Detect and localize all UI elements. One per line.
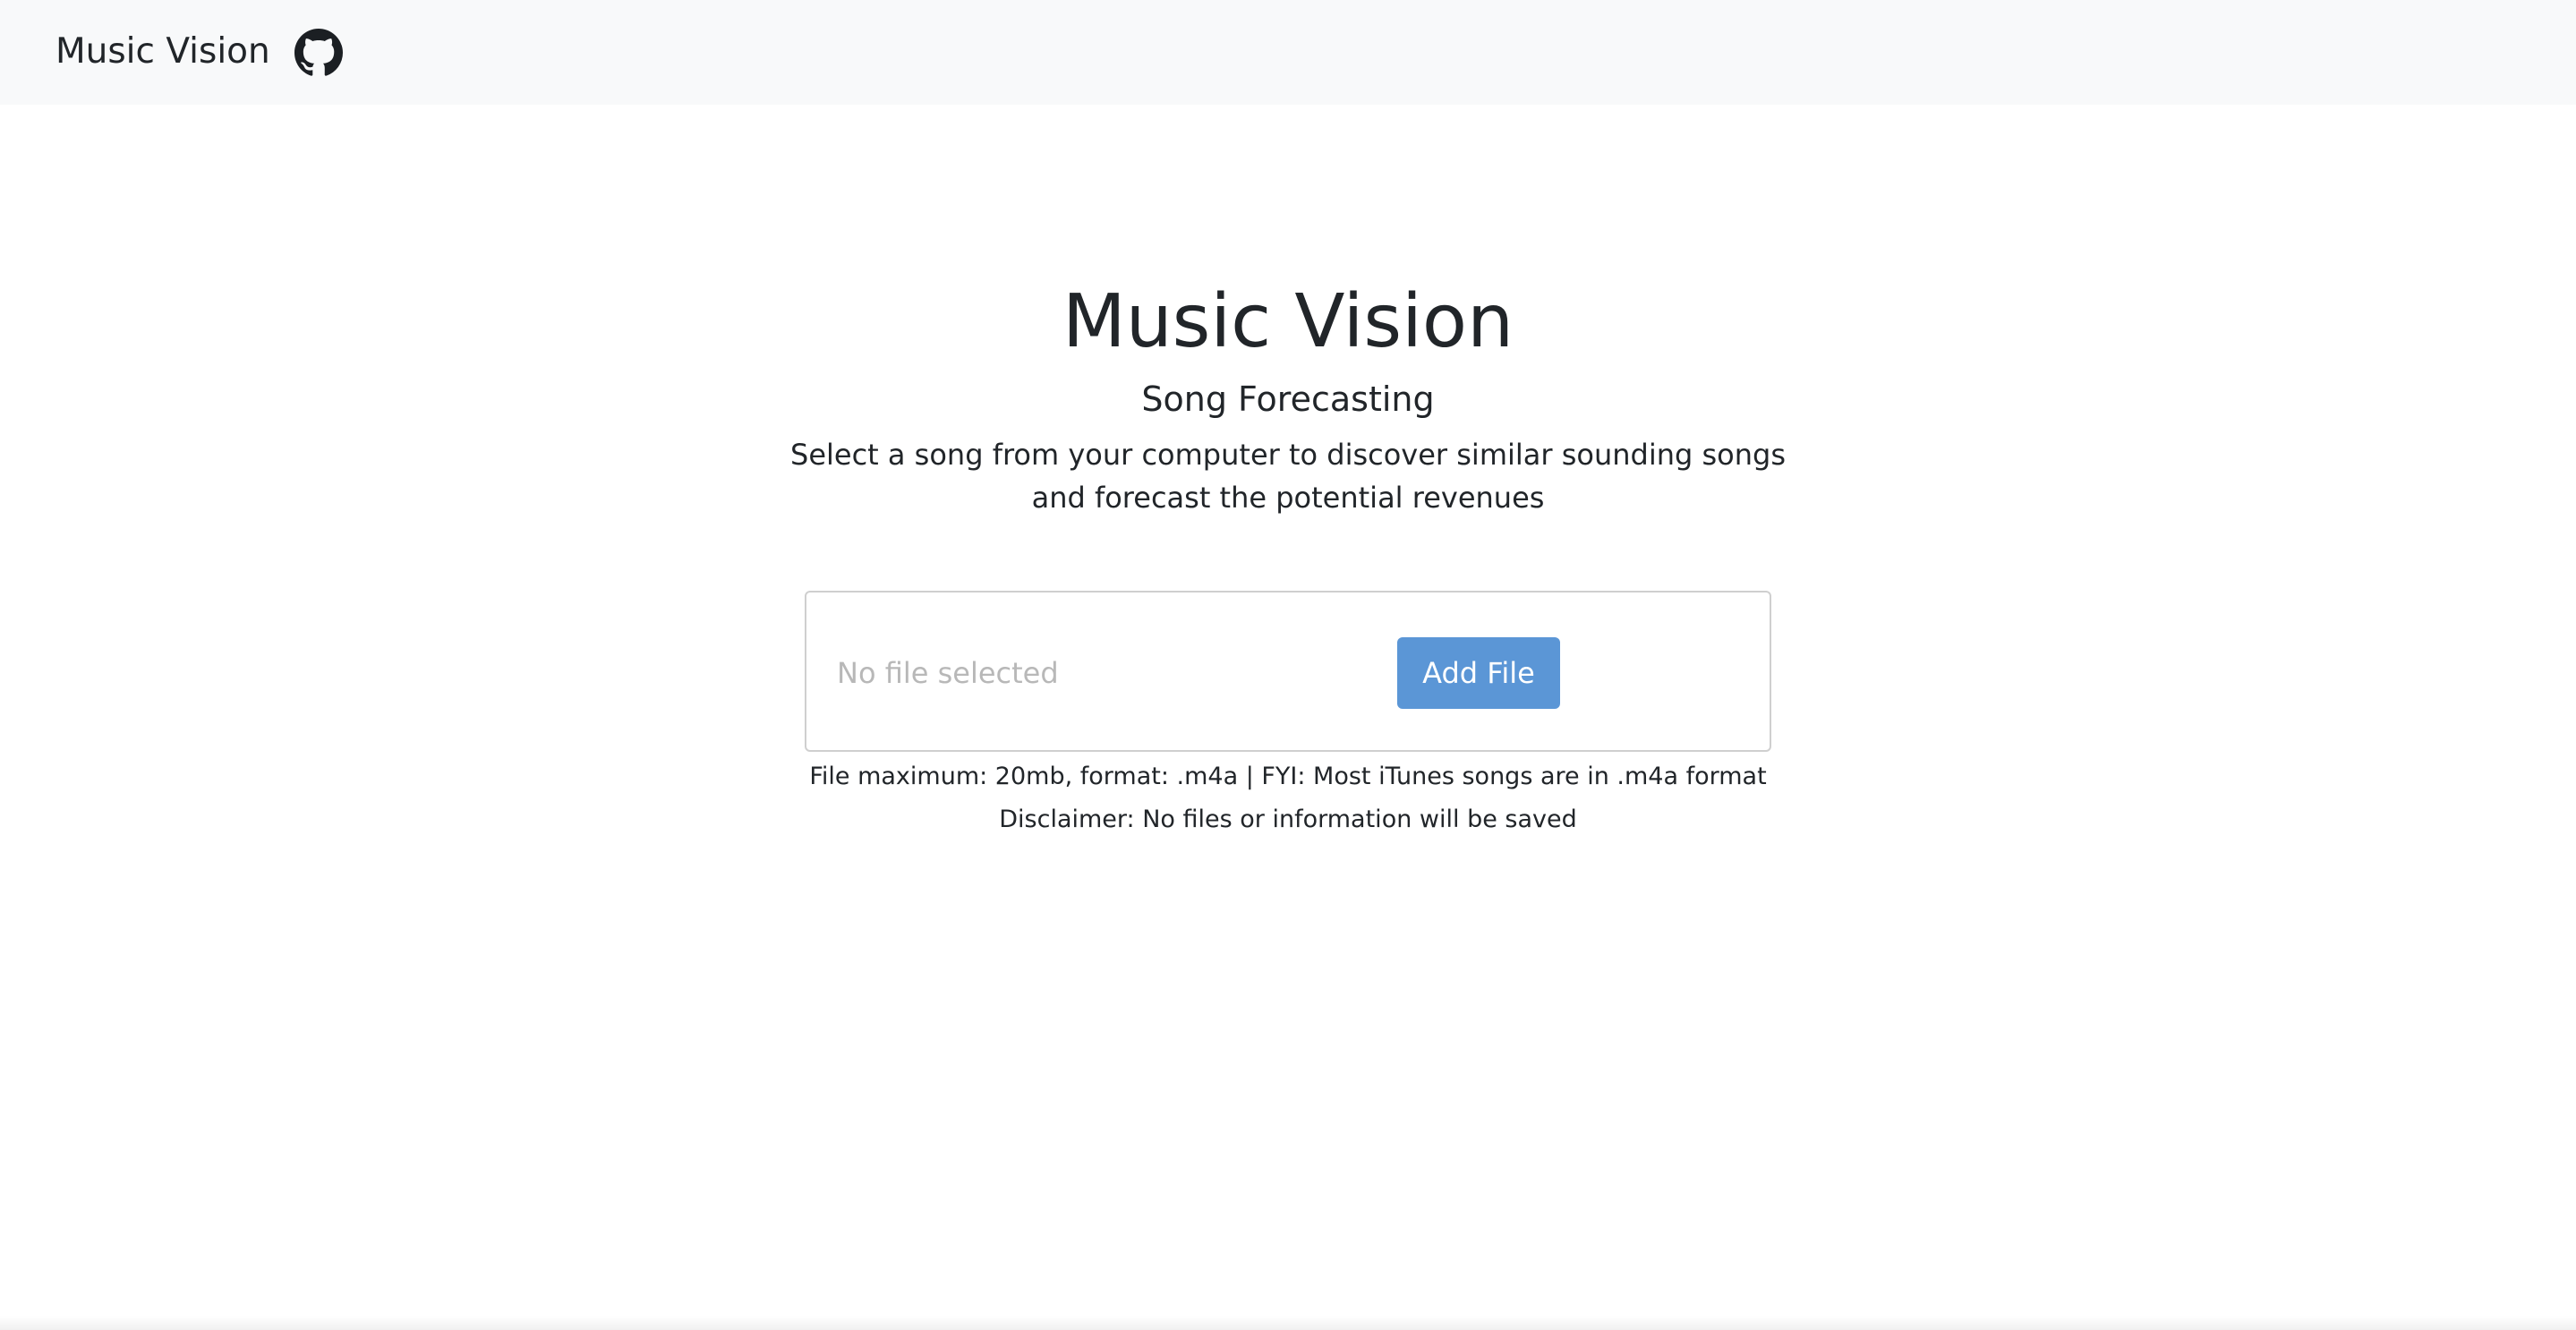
add-file-button[interactable]: Add File <box>1397 637 1560 709</box>
github-icon-graphic <box>294 29 343 76</box>
brand-link[interactable]: Music Vision <box>55 27 270 77</box>
page-title: Music Vision <box>1062 279 1514 364</box>
file-upload-box[interactable]: No file selected Add File <box>805 591 1771 752</box>
file-limits-note: File maximum: 20mb, format: .m4a | FYI: … <box>809 763 1767 790</box>
page-subtitle: Song Forecasting <box>1141 379 1435 419</box>
navbar: Music Vision <box>0 0 2576 105</box>
disclaimer-note: Disclaimer: No files or information will… <box>999 806 1577 833</box>
page-description: Select a song from your computer to disc… <box>790 438 1786 515</box>
file-status-text: No file selected <box>837 656 1059 690</box>
github-icon[interactable] <box>294 29 343 77</box>
bottom-shadow <box>0 1316 2576 1330</box>
